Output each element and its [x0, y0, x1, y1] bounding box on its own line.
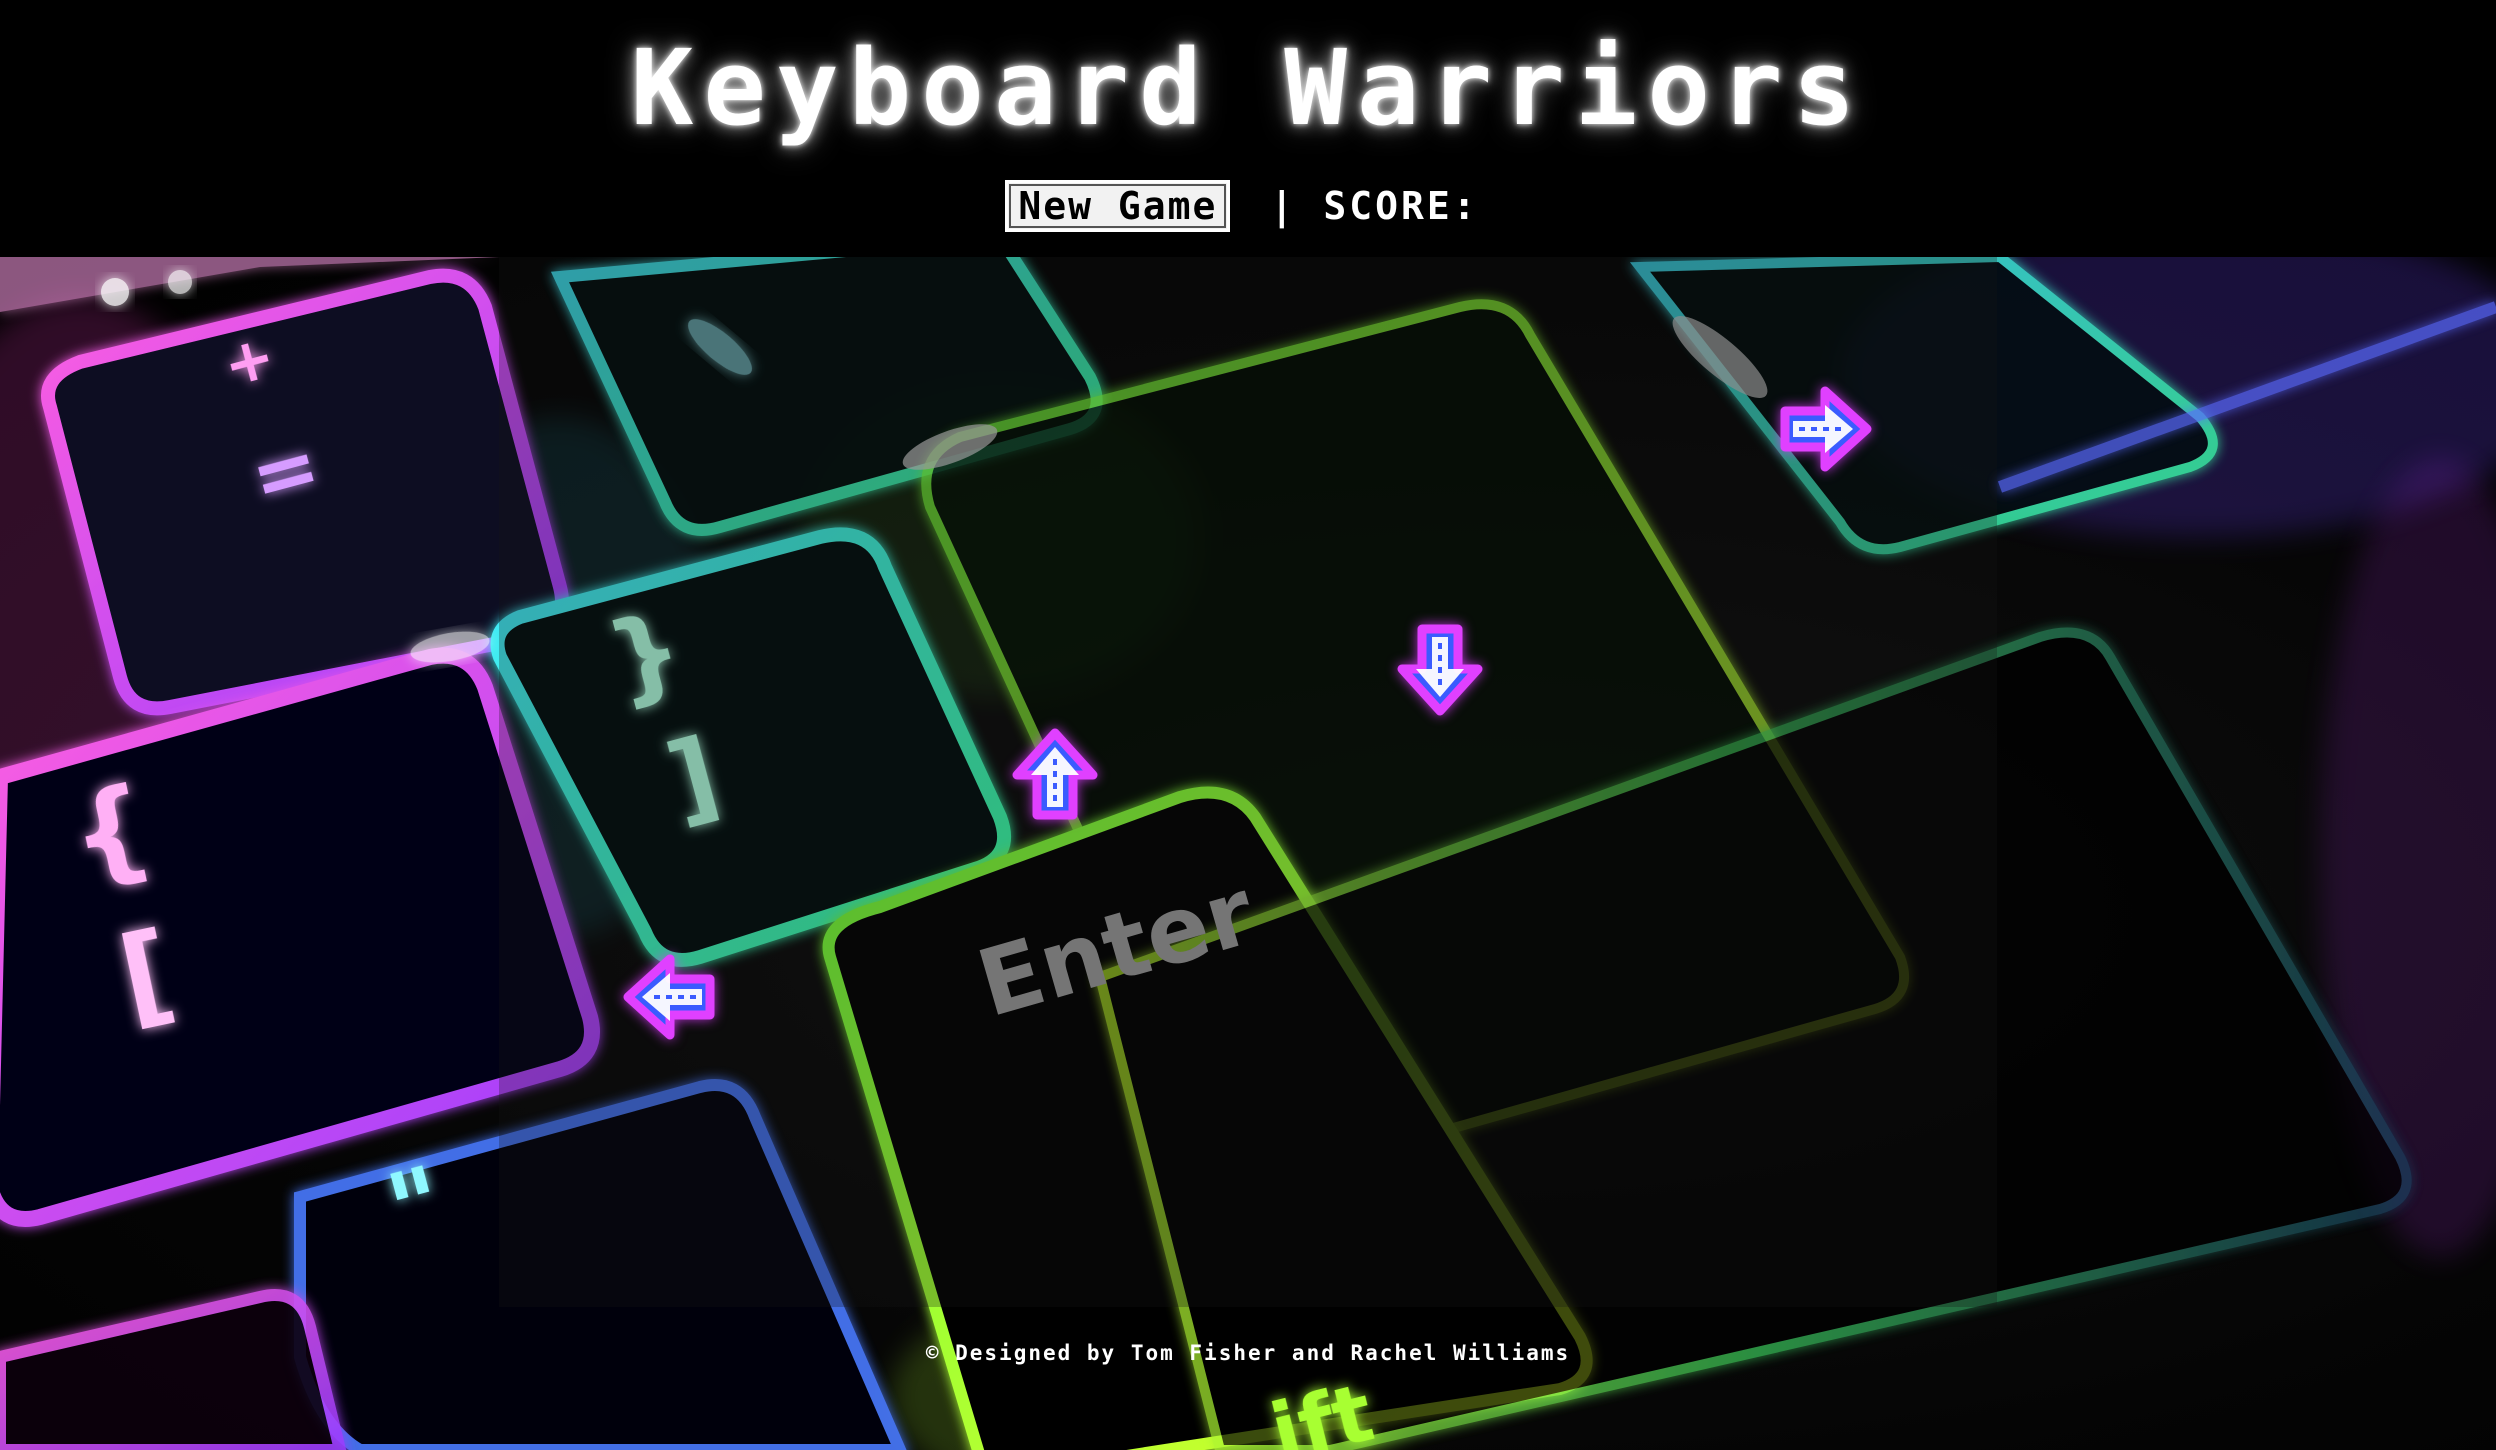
arrow-down-icon[interactable]: [1390, 619, 1490, 719]
arrow-up-icon[interactable]: [1005, 725, 1105, 825]
header: Keyboard Warriors New Game | SCORE:: [0, 0, 2496, 257]
game-stage: + = { [ } ] Enter " ift: [0, 257, 2496, 1450]
play-area: [499, 257, 1997, 1307]
new-game-button[interactable]: New Game: [1005, 180, 1231, 232]
game-page: Keyboard Warriors New Game | SCORE: + = …: [0, 0, 2496, 1450]
footer-credits: © Designed by Tom Fisher and Rachel Will…: [925, 1341, 1571, 1365]
separator: |: [1270, 184, 1294, 228]
score-label: SCORE:: [1323, 184, 1479, 228]
controls-bar: New Game | SCORE:: [0, 178, 2496, 234]
arrow-right-icon[interactable]: [1775, 379, 1875, 479]
arrow-left-icon[interactable]: [620, 947, 720, 1047]
game-title: Keyboard Warriors: [630, 27, 1866, 149]
